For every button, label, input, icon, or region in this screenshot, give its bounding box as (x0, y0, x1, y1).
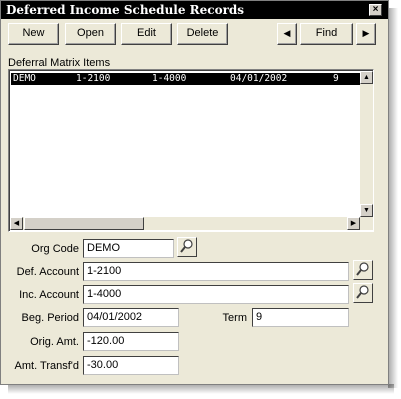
amt-transfd-field[interactable]: -30.00 (83, 356, 179, 375)
window-shadow-right (388, 8, 398, 388)
scroll-thumb[interactable] (24, 217, 144, 230)
magnifier-icon (356, 262, 369, 276)
list-label: Deferral Matrix Items (8, 57, 111, 69)
open-button[interactable]: Open (65, 23, 116, 45)
arrow-right-icon: ▶ (350, 220, 357, 227)
window-title: Deferred Income Schedule Records (6, 3, 245, 17)
def-account-label: Def. Account (16, 266, 79, 278)
list-item[interactable]: DEMO 1-2100 1-4000 04/01/2002 9 (11, 73, 367, 85)
window-shadow-bottom (8, 384, 394, 394)
arrow-left-icon: ◀ (13, 220, 20, 227)
arrow-up-icon: ▲ (363, 74, 370, 81)
list-cell-inc-account: 1-4000 (152, 73, 187, 84)
horizontal-scrollbar[interactable]: ◀ ▶ (10, 217, 360, 230)
org-code-lookup-button[interactable] (177, 237, 197, 257)
delete-button[interactable]: Delete (177, 23, 228, 45)
new-button[interactable]: New (8, 23, 59, 45)
scroll-left-button[interactable]: ◀ (10, 217, 23, 230)
scroll-corner (360, 217, 373, 230)
arrow-left-icon: ◀ (283, 28, 291, 38)
inc-account-lookup-button[interactable] (353, 283, 373, 303)
next-record-button[interactable]: ▶ (356, 23, 376, 45)
org-code-field[interactable]: DEMO (83, 239, 174, 258)
list-cell-org: DEMO (13, 73, 36, 84)
magnifier-icon (180, 239, 193, 253)
edit-button[interactable]: Edit (121, 23, 172, 45)
previous-record-button[interactable]: ◀ (277, 23, 297, 45)
find-button[interactable]: Find (300, 23, 353, 45)
magnifier-icon (356, 285, 369, 299)
beg-period-field[interactable]: 04/01/2002 (83, 308, 179, 327)
arrow-right-icon: ▶ (362, 28, 370, 38)
term-label: Term (222, 312, 247, 324)
title-bar[interactable]: Deferred Income Schedule Records × (1, 1, 388, 19)
def-account-lookup-button[interactable] (353, 260, 373, 280)
scroll-right-button[interactable]: ▶ (347, 217, 360, 230)
close-icon: × (372, 4, 379, 15)
term-field[interactable]: 9 (252, 308, 349, 327)
dialog-window: Deferred Income Schedule Records × New O… (0, 0, 389, 385)
def-account-field[interactable]: 1-2100 (83, 262, 349, 281)
inc-account-label: Inc. Account (19, 289, 79, 301)
scroll-up-button[interactable]: ▲ (360, 71, 373, 84)
beg-period-label: Beg. Period (21, 312, 79, 324)
list-cell-date: 04/01/2002 (230, 73, 288, 84)
arrow-down-icon: ▼ (363, 207, 370, 214)
amt-transfd-label: Amt. Transf'd (14, 360, 79, 372)
vertical-scrollbar[interactable]: ▲ ▼ (360, 71, 373, 217)
inc-account-field[interactable]: 1-4000 (83, 285, 349, 304)
list-cell-def-account: 1-2100 (76, 73, 111, 84)
deferral-matrix-list[interactable]: DEMO 1-2100 1-4000 04/01/2002 9 ▲ ▼ ◀ ▶ (8, 69, 374, 232)
org-code-label: Org Code (31, 243, 79, 255)
scroll-down-button[interactable]: ▼ (360, 204, 373, 217)
orig-amt-label: Orig. Amt. (30, 336, 79, 348)
list-cell-term: 9 (333, 73, 339, 84)
close-button[interactable]: × (369, 4, 382, 16)
orig-amt-field[interactable]: -120.00 (83, 332, 179, 351)
